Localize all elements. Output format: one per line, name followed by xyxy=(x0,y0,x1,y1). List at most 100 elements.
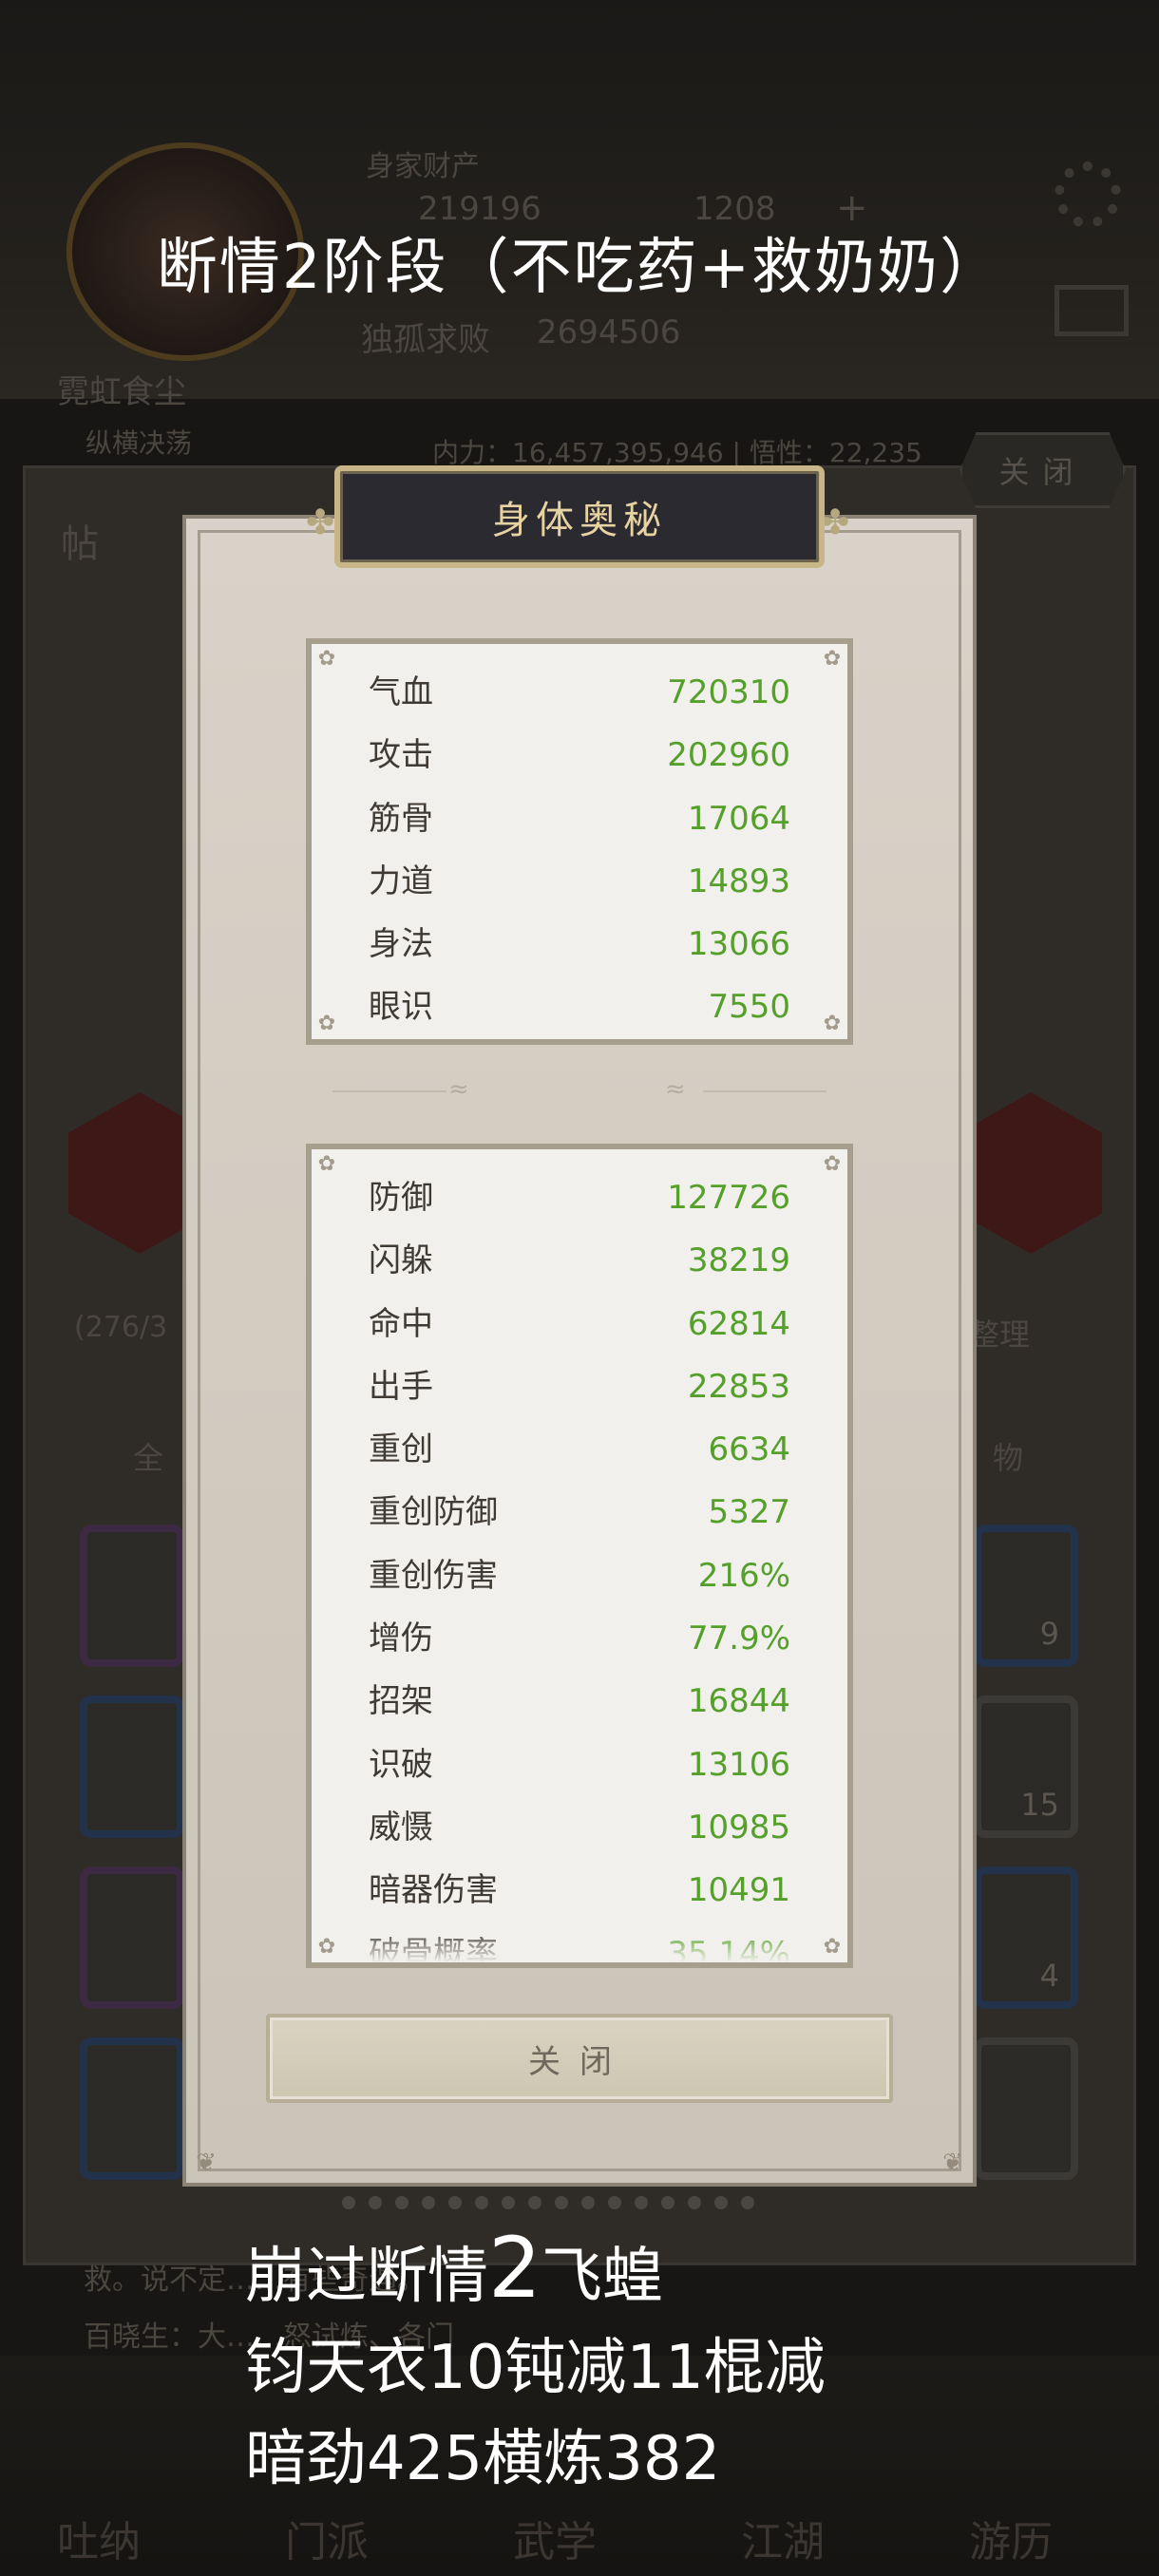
stat-row: 防御 127726 xyxy=(312,1166,847,1229)
stat-value: 202960 xyxy=(667,736,790,775)
stat-row: 筋骨 17064 xyxy=(312,787,847,850)
bag-slot[interactable]: 4 xyxy=(974,1866,1078,2009)
stat-label: 力道 xyxy=(369,862,433,900)
divider-ornament: ≈ xyxy=(448,1075,469,1104)
stat-value: 720310 xyxy=(667,673,790,711)
corner-ornament: ✿ xyxy=(823,1935,842,1959)
scroll-fade xyxy=(312,1930,847,1962)
secondary-stats-box[interactable]: ✿ ✿ ✿ ✿ 防御 127726 闪躲 38219 命中 62814 出手 22853… xyxy=(306,1144,853,1968)
bag-count: (276/3 xyxy=(74,1311,168,1344)
stat-row: 眼识 7550 xyxy=(312,975,847,1038)
stat-label: 招架 xyxy=(369,1682,433,1721)
filter-all-tab[interactable]: 全 xyxy=(133,1434,163,1478)
stat-row: 招架 16844 xyxy=(312,1670,847,1733)
caption-title: 断情2阶段（不吃药+救奶奶） xyxy=(156,233,1003,303)
page-indicator xyxy=(342,2196,754,2209)
stat-label: 重创伤害 xyxy=(369,1556,498,1595)
divider-line xyxy=(703,1090,826,1096)
nav-travel[interactable]: 游历 xyxy=(969,2508,1053,2568)
corner-ornament: ❦ xyxy=(196,2149,217,2177)
dialog-title-plate: 身体奥秘 xyxy=(334,465,825,568)
close-button-label: 关闭 xyxy=(528,2042,631,2081)
stat-label: 身法 xyxy=(369,925,433,964)
caption-line-1a: 崩过断情 xyxy=(245,2242,488,2312)
stat-value: 38219 xyxy=(687,1241,790,1280)
stat-label: 威慑 xyxy=(369,1808,433,1847)
nav-sect[interactable]: 门派 xyxy=(285,2508,369,2568)
stat-label: 增伤 xyxy=(369,1619,433,1658)
bag-slot[interactable] xyxy=(80,2037,184,2180)
stat-label: 眼识 xyxy=(369,988,433,1027)
player-title: 独孤求败 xyxy=(361,321,490,359)
post-icon[interactable]: 帖 xyxy=(61,513,99,568)
dialog-title: 身体奥秘 xyxy=(492,499,667,542)
title-ornament-left: ✤ xyxy=(306,503,335,542)
wealth-label: 身家财产 xyxy=(366,150,480,183)
primary-stats-box: ✿ ✿ ✿ ✿ 气血 720310 攻击 202960 筋骨 17064 力道 1489… xyxy=(306,638,853,1045)
stat-label: 闪躲 xyxy=(369,1241,433,1280)
stat-row: 出手 22853 xyxy=(312,1355,847,1418)
bag-slot[interactable]: 9 xyxy=(974,1525,1078,1667)
stat-label: 重创 xyxy=(369,1430,433,1469)
nav-tutu[interactable]: 吐纳 xyxy=(57,2508,141,2568)
stat-row: 威慑 10985 xyxy=(312,1796,847,1859)
stat-value: 10985 xyxy=(687,1808,790,1847)
player-tag: 纵横决荡 xyxy=(86,427,193,459)
stat-value: 22853 xyxy=(687,1367,790,1406)
stat-row: 重创防御 5327 xyxy=(312,1481,847,1544)
caption-line-3: 暗劲425横炼382 xyxy=(245,2424,721,2494)
filter-item-tab[interactable]: 物 xyxy=(993,1434,1023,1478)
stat-row: 识破 13106 xyxy=(312,1733,847,1796)
stat-value: 13066 xyxy=(687,925,790,964)
bag-slot[interactable] xyxy=(80,1866,184,2009)
stat-row: 身法 13066 xyxy=(312,913,847,975)
stat-value: 6634 xyxy=(708,1430,790,1469)
stat-value: 13106 xyxy=(687,1745,790,1784)
bag-slot[interactable] xyxy=(80,1525,184,1667)
stat-label: 筋骨 xyxy=(369,799,433,838)
stat-value: 7550 xyxy=(708,988,790,1027)
stat-label: 气血 xyxy=(369,673,433,711)
stat-row: 增伤 77.9% xyxy=(312,1607,847,1670)
stat-row: 闪躲 38219 xyxy=(312,1229,847,1292)
close-button[interactable]: 关闭 xyxy=(266,2014,893,2103)
internal-stats: 内力：16,457,395,946 | 悟性：22,235 xyxy=(432,437,922,468)
stat-value: 10491 xyxy=(687,1871,790,1910)
stat-label: 识破 xyxy=(369,1745,433,1784)
combat-power: 2694506 xyxy=(537,313,681,351)
bag-slot[interactable]: 15 xyxy=(974,1695,1078,1838)
bag-slot[interactable] xyxy=(80,1695,184,1838)
caption-line-1: 崩过断情2飞蝗 xyxy=(245,2223,826,2322)
divider-ornament: ≈ xyxy=(665,1075,686,1104)
divider-line xyxy=(332,1090,446,1096)
stat-label: 重创防御 xyxy=(369,1493,498,1532)
slot-count: 4 xyxy=(1039,1958,1059,1994)
caption-line-1b: 飞蝗 xyxy=(542,2242,663,2312)
player-name: 霓虹食尘 xyxy=(57,373,186,411)
bag-slot[interactable] xyxy=(974,2037,1078,2180)
caption-notes: 崩过断情2飞蝗 钧天衣10钝减11棍减 暗劲425横炼382 xyxy=(245,2223,826,2505)
stat-value: 62814 xyxy=(687,1304,790,1343)
stat-value: 216% xyxy=(697,1556,790,1595)
stat-value: 127726 xyxy=(667,1179,790,1217)
stat-row: 攻击 202960 xyxy=(312,724,847,786)
caption-line-2: 钧天衣10钝减11棍减 xyxy=(245,2333,826,2403)
nav-martial[interactable]: 武学 xyxy=(513,2508,597,2568)
slot-count: 9 xyxy=(1039,1616,1059,1652)
stat-value: 5327 xyxy=(708,1493,790,1532)
corner-ornament: ❦ xyxy=(942,2149,963,2177)
slot-count: 15 xyxy=(1020,1787,1059,1823)
stat-row: 重创 6634 xyxy=(312,1418,847,1481)
stat-row: 重创伤害 216% xyxy=(312,1544,847,1607)
stat-label: 暗器伤害 xyxy=(369,1871,498,1910)
stat-label: 出手 xyxy=(369,1367,433,1406)
stat-value: 16844 xyxy=(687,1682,790,1721)
panel-close-tag[interactable]: 关闭 xyxy=(960,432,1126,508)
stat-label: 命中 xyxy=(369,1304,433,1343)
stat-row: 力道 14893 xyxy=(312,850,847,913)
title-ornament-right: ✤ xyxy=(821,503,850,542)
stat-value: 14893 xyxy=(687,862,790,900)
stat-value: 77.9% xyxy=(687,1619,790,1658)
nav-jianghu[interactable]: 江湖 xyxy=(741,2508,825,2568)
sort-button[interactable]: 整理 xyxy=(969,1311,1030,1354)
